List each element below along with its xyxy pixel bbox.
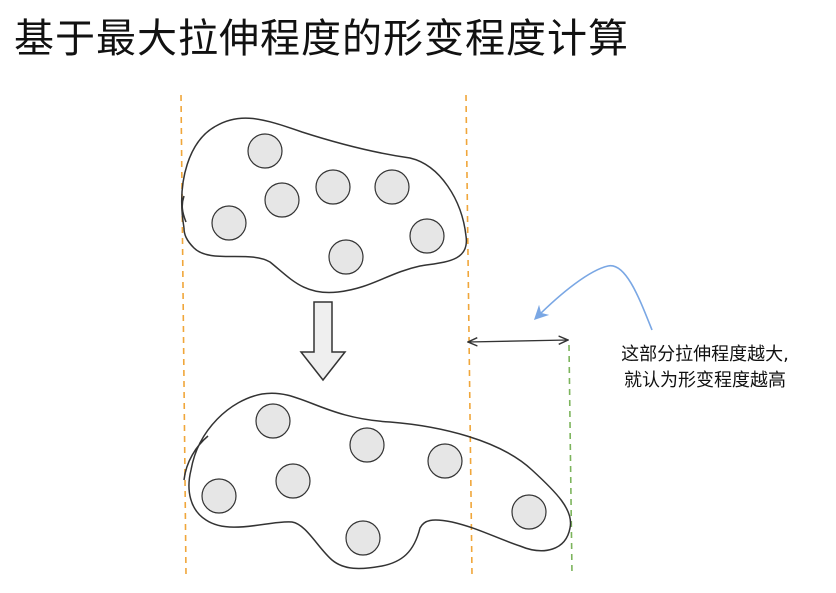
particle-circle bbox=[345, 520, 381, 556]
particle-circle bbox=[201, 478, 237, 514]
annotation-line-2: 就认为形变程度越高 bbox=[624, 370, 786, 391]
stretch-distance-arrow bbox=[468, 340, 568, 342]
transform-down-arrow bbox=[299, 301, 347, 382]
particle-circle bbox=[264, 182, 300, 218]
particle-circle bbox=[247, 133, 283, 169]
particle-circle bbox=[511, 494, 547, 530]
particle-circle bbox=[328, 239, 364, 275]
particle-circle bbox=[374, 169, 410, 205]
original-shape bbox=[181, 117, 468, 294]
particle-circle bbox=[275, 463, 311, 499]
stretched-right-guide-line bbox=[568, 344, 573, 576]
deformation-diagram bbox=[180, 94, 653, 576]
left-guide-line bbox=[180, 94, 187, 576]
particle-circle bbox=[211, 205, 247, 241]
particle-circle bbox=[427, 443, 463, 479]
blue-pointer-arrow bbox=[533, 265, 653, 331]
original-shape-outline bbox=[181, 117, 468, 294]
particle-circle bbox=[409, 218, 445, 254]
annotation-text: 这部分拉伸程度越大, 就认为形变程度越高 bbox=[585, 342, 825, 394]
annotation-line-1: 这部分拉伸程度越大, bbox=[621, 344, 789, 365]
stretched-shape bbox=[183, 392, 572, 570]
particle-circle bbox=[255, 403, 291, 439]
particle-circle bbox=[349, 427, 385, 463]
particle-circle bbox=[315, 169, 351, 205]
original-right-guide-line bbox=[465, 94, 473, 576]
